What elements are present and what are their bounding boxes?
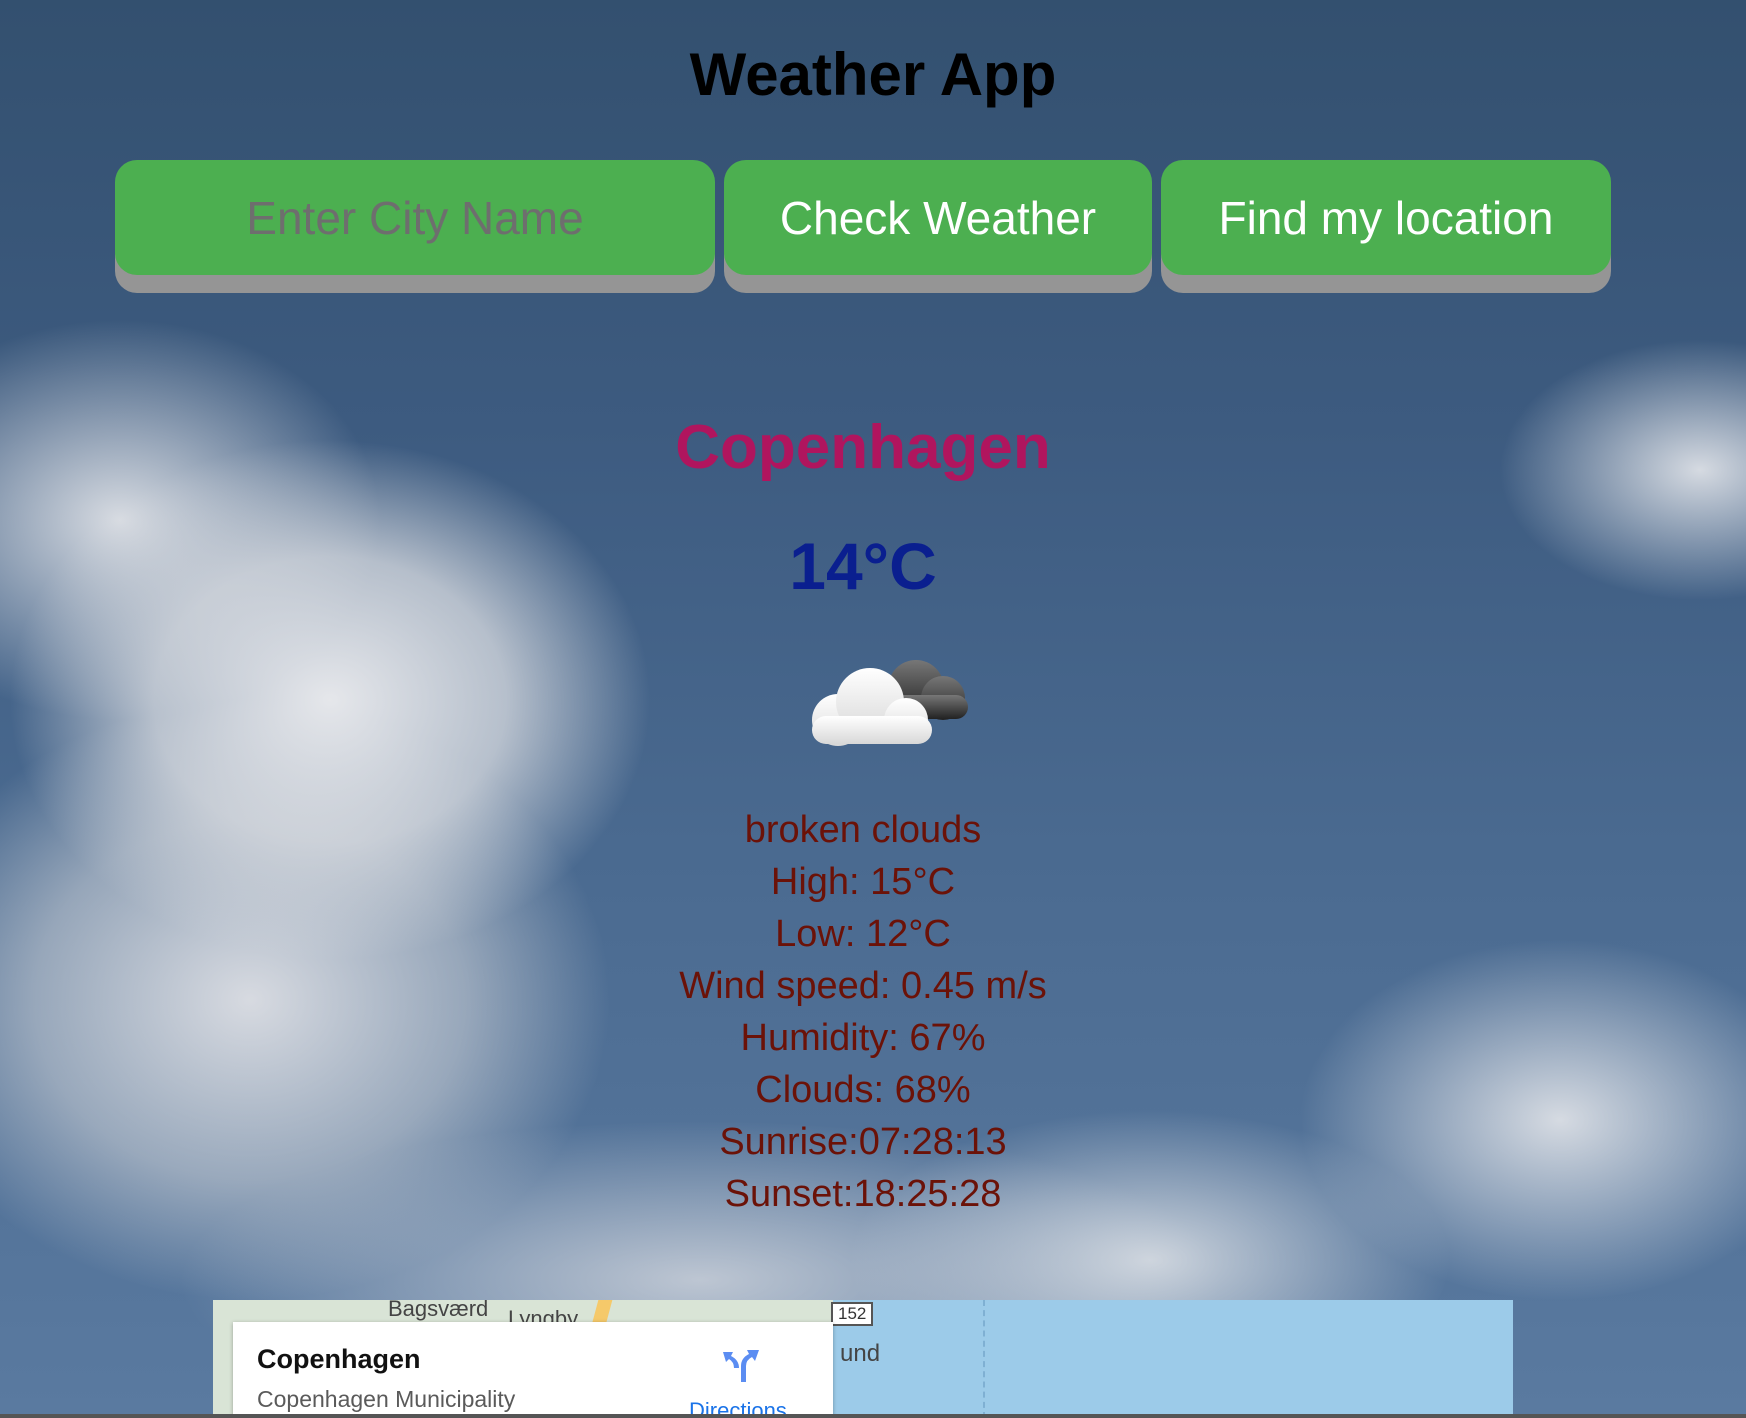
high-temperature: High: 15°C: [770, 861, 956, 903]
map-place-title: Copenhagen: [257, 1344, 421, 1374]
sunset-time: Sunset:18:25:28: [724, 1173, 1002, 1215]
map-label-sund: und: [840, 1340, 881, 1367]
humidity: Humidity: 67%: [740, 1017, 986, 1059]
broken-clouds-icon: [812, 660, 968, 746]
sunrise-time: Sunrise:07:28:13: [719, 1121, 1007, 1163]
map-place-subtitle: Copenhagen Municipality: [257, 1386, 516, 1412]
cloud-coverage: Clouds: 68%: [755, 1069, 971, 1111]
temperature: 14°C: [789, 529, 937, 603]
embedded-map[interactable]: Bagsværd Lyngby und 152 Copenhagen Copen…: [213, 1300, 1513, 1418]
page-title: Weather App: [689, 41, 1057, 108]
check-weather-button[interactable]: Check Weather: [724, 160, 1152, 275]
map-info-card: Copenhagen Copenhagen Municipality Direc…: [233, 1322, 833, 1418]
bottom-divider: [0, 1414, 1746, 1418]
find-location-button[interactable]: Find my location: [1161, 160, 1611, 275]
low-temperature: Low: 12°C: [775, 913, 951, 955]
directions-icon[interactable]: [721, 1344, 761, 1384]
map-boundary-line: [983, 1300, 985, 1418]
weather-details: broken clouds High: 15°C Low: 12°C Wind …: [0, 804, 1726, 1220]
city-input[interactable]: [115, 160, 715, 275]
road-number-shield: 152: [831, 1302, 874, 1326]
map-water: [833, 1300, 1513, 1418]
map-label-bagsvaerd: Bagsværd: [388, 1300, 489, 1321]
wind-speed: Wind speed: 0.45 m/s: [679, 965, 1047, 1007]
city-name: Copenhagen: [675, 413, 1051, 482]
weather-description: broken clouds: [744, 809, 982, 851]
